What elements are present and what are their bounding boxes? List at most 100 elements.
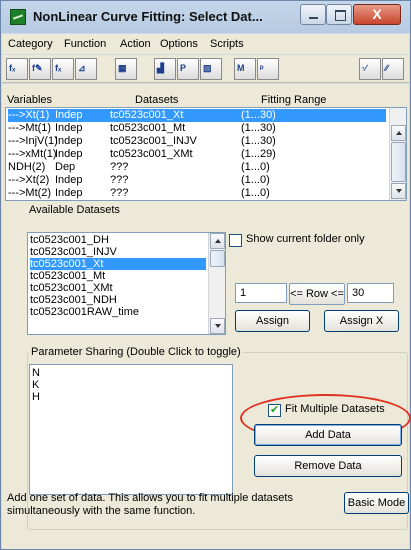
basic-mode-button[interactable]: Basic Mode [344,492,409,514]
menu-function[interactable]: Function [64,38,106,50]
graph-glyph: ▧ [203,63,212,73]
variable-row[interactable]: --->xMt(1) Indep tc0523c001_XMt (1...29) [8,148,386,161]
scroll-up-icon[interactable] [391,125,406,141]
variable-range-cell: (1...0) [241,174,270,186]
param-n[interactable]: N [32,367,40,379]
show-current-folder-checkbox[interactable] [229,234,242,247]
fx-edit-icon[interactable]: f✎ [29,58,51,80]
title-bar[interactable]: NonLinear Curve Fitting: Select Dat... X [1,1,410,33]
variables-scrollbar[interactable] [389,108,406,200]
datasets-header: Datasets [135,94,179,106]
variable-type-cell: Indep [55,148,83,160]
variable-row[interactable]: --->Xt(1) Indep tc0523c001_Xt (1...30) [8,109,386,122]
fit-done-icon[interactable]: ∕∕ [382,58,404,80]
variable-type-cell: Indep [55,135,83,147]
datasets-scrollbar[interactable] [208,233,225,334]
variable-dataset-cell: ??? [110,161,129,173]
variable-row[interactable]: --->Xt(2) Indep??? (1...0) [8,174,386,187]
simulate-icon[interactable]: M [234,58,256,80]
variable-range-cell: (1...30) [241,122,276,134]
variable-var-cell: NDH(2) [8,161,46,173]
variable-var-cell: --->Xt(2) [8,174,50,186]
param-mode-icon[interactable]: P [177,58,199,80]
dataset-item[interactable]: tc0523c001_DH [30,234,206,246]
fx-new-icon[interactable]: fₓ [52,58,74,80]
menu-category[interactable]: Category [8,38,53,50]
close-button[interactable]: X [353,4,401,25]
menu-scripts[interactable]: Scripts [210,38,244,50]
variable-var-cell: --->Mt(2) [8,187,52,199]
assign-button[interactable]: Assign [235,310,310,332]
simulate-glyph: M [237,63,245,73]
variable-dataset-cell: tc0523c001_Xt [110,109,184,121]
variable-type-cell: Dep [55,161,76,173]
param-h[interactable]: H [32,391,40,403]
assign-x-button[interactable]: Assign X [324,310,399,332]
variable-range-cell: (1...30) [241,135,276,147]
param-k[interactable]: K [32,379,39,391]
dialog-body: Variables Datasets Fitting Range --->Xt(… [2,84,411,549]
datasets-scroll-down-icon[interactable] [210,318,225,334]
report-icon[interactable]: ᵖ [257,58,279,80]
variable-range-cell: (1...0) [241,187,270,199]
peak-glyph: ⊿ [78,63,86,73]
help-text: Add one set of data. This allows you to … [7,492,293,517]
toolbar: fₓ f✎ fₓ ⊿ ▦ ▟ P ▧ M ᵖ ·∕ ∕∕ [2,55,409,83]
variable-row[interactable]: NDH(2) Dep??? (1...0) [8,161,386,174]
variable-dataset-cell: tc0523c001_XMt [110,148,193,160]
menu-options[interactable]: Options [160,38,198,50]
app-icon [10,9,26,25]
menu-bar: Category Function Action Options Scripts [2,34,409,54]
variable-dataset-cell: tc0523c001_INJV [110,135,197,147]
param-mode-glyph: P [180,63,187,73]
data-mode-icon[interactable]: ▟ [154,58,176,80]
dataset-item[interactable]: tc0523c001_NDH [30,294,206,306]
variable-range-cell: (1...30) [241,109,276,121]
variable-row[interactable]: --->Mt(2) Indep??? (1...0) [8,187,386,200]
maximize-button[interactable] [326,4,352,25]
fitting-range-header: Fitting Range [261,94,327,106]
available-datasets-label: Available Datasets [27,204,122,216]
scroll-thumb[interactable] [391,142,406,182]
dataset-item[interactable]: tc0523c001_Mt [30,270,206,282]
variable-dataset-cell: ??? [110,187,129,199]
fit-iterate-icon[interactable]: ·∕ [359,58,381,80]
datasets-scroll-thumb[interactable] [210,250,225,267]
datasets-scroll-up-icon[interactable] [210,233,225,249]
dataset-item[interactable]: tc0523c001_INJV [30,246,206,258]
scroll-down-icon[interactable] [391,183,406,199]
variable-row[interactable]: --->InjV(1) Indep tc0523c001_INJV (1...30) [8,135,386,148]
row-range-button[interactable]: <= Row <= [289,283,345,305]
parameter-sharing-list[interactable]: N K H [29,364,233,495]
worksheet-icon[interactable]: ▦ [115,58,137,80]
available-datasets-list[interactable]: tc0523c001_DH tc0523c001_INJV tc0523c001_X… [27,232,226,335]
add-data-button[interactable]: Add Data [254,424,402,446]
variables-header: Variables [7,94,53,106]
peak-icon[interactable]: ⊿ [75,58,97,80]
remove-data-button[interactable]: Remove Data [254,455,402,477]
variable-dataset-cell: tc0523c001_Mt [110,122,186,134]
variable-type-cell: Indep [55,187,83,199]
variable-type-cell: Indep [55,109,83,121]
fx-select-glyph: fₓ [9,63,16,73]
fit-done-glyph: ∕∕ [385,63,389,73]
nonlinear-curve-fitting-window: NonLinear Curve Fitting: Select Dat... X… [0,0,411,550]
variable-type-cell: Indep [55,174,83,186]
dataset-item[interactable]: tc0523c001RAW_time [30,306,206,318]
variable-range-cell: (1...0) [241,161,270,173]
fx-new-glyph: fₓ [55,63,62,73]
row-from-input[interactable] [235,283,287,303]
window-title: NonLinear Curve Fitting: Select Dat... [33,9,263,24]
menu-action[interactable]: Action [120,38,151,50]
data-mode-glyph: ▟ [157,63,164,73]
row-to-input[interactable] [347,283,394,303]
show-current-folder-label: Show current folder only [246,233,365,245]
dataset-item[interactable]: tc0523c001_Xt [30,258,206,270]
minimize-button[interactable] [300,4,326,25]
variables-list[interactable]: --->Xt(1) Indep tc0523c001_Xt (1...30) --->M… [5,107,407,201]
fx-select-icon[interactable]: fₓ [6,58,28,80]
variable-row[interactable]: --->Mt(1) Indep tc0523c001_Mt (1...30) [8,122,386,135]
fit-iterate-glyph: ·∕ [362,63,367,73]
dataset-item[interactable]: tc0523c001_XMt [30,282,206,294]
graph-icon[interactable]: ▧ [200,58,222,80]
